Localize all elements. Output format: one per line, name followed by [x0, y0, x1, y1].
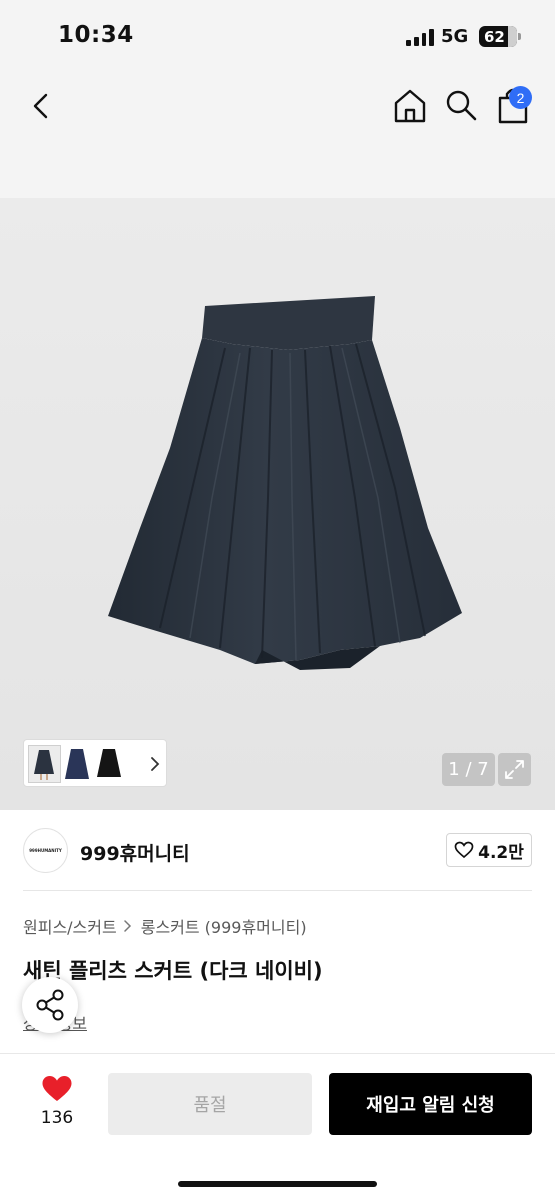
status-time: 10:34: [58, 22, 134, 48]
wish-count: 136: [40, 1108, 74, 1128]
soldout-button: 품절: [108, 1073, 312, 1135]
breadcrumb-category[interactable]: 원피스/스커트: [23, 914, 117, 938]
breadcrumb: 원피스/스커트 롱스커트 (999휴머니티): [23, 915, 307, 937]
thumbnail[interactable]: [94, 745, 124, 783]
home-indicator[interactable]: [178, 1181, 377, 1187]
brand-logo[interactable]: 999HUMANITY: [23, 828, 68, 873]
image-counter: 1 / 7: [442, 753, 495, 786]
home-icon[interactable]: [390, 86, 430, 126]
bottom-action-bar: 136 품절 재입고 알림 신청: [0, 1053, 555, 1200]
product-photo: [108, 296, 462, 670]
restock-alert-button[interactable]: 재입고 알림 신청: [329, 1073, 532, 1135]
thumbnail-strip[interactable]: [23, 739, 167, 787]
breadcrumb-subcategory[interactable]: 롱스커트 (999휴머니티): [141, 914, 307, 938]
network-label: 5G: [441, 26, 469, 47]
brand-like-count: 4.2만: [478, 842, 524, 863]
thumbnail-image: [97, 749, 121, 777]
battery-level: 62: [484, 27, 505, 46]
share-button[interactable]: [22, 977, 78, 1033]
thumbnail-image: [34, 750, 54, 780]
back-icon[interactable]: [24, 88, 60, 124]
signal-icon: [406, 28, 434, 46]
product-image-gallery[interactable]: 1 / 7: [0, 198, 555, 810]
status-bar: 10:34 5G 62: [0, 0, 555, 72]
brand-like-button[interactable]: 4.2만: [446, 833, 532, 867]
thumbnail[interactable]: [62, 745, 92, 783]
share-icon: [36, 989, 64, 1021]
brand-name[interactable]: 999휴머니티: [80, 839, 190, 866]
divider: [23, 890, 532, 891]
cart-badge: 2: [509, 86, 532, 109]
heart-outline-icon: [454, 841, 474, 859]
heart-filled-icon: [42, 1076, 72, 1101]
nav-header: [0, 72, 555, 198]
battery-icon: 62: [479, 26, 521, 47]
chevron-right-icon: [123, 920, 131, 932]
wish-button[interactable]: 136: [30, 1074, 84, 1134]
thumbnail-image: [65, 749, 89, 779]
chevron-right-icon[interactable]: [148, 754, 162, 774]
thumbnail[interactable]: [28, 745, 61, 783]
search-icon[interactable]: [443, 86, 479, 124]
brand-row[interactable]: 999HUMANITY 999휴머니티 4.2만: [0, 810, 555, 890]
expand-icon[interactable]: [498, 753, 531, 786]
brand-logo-text: 999HUMANITY: [29, 848, 62, 853]
